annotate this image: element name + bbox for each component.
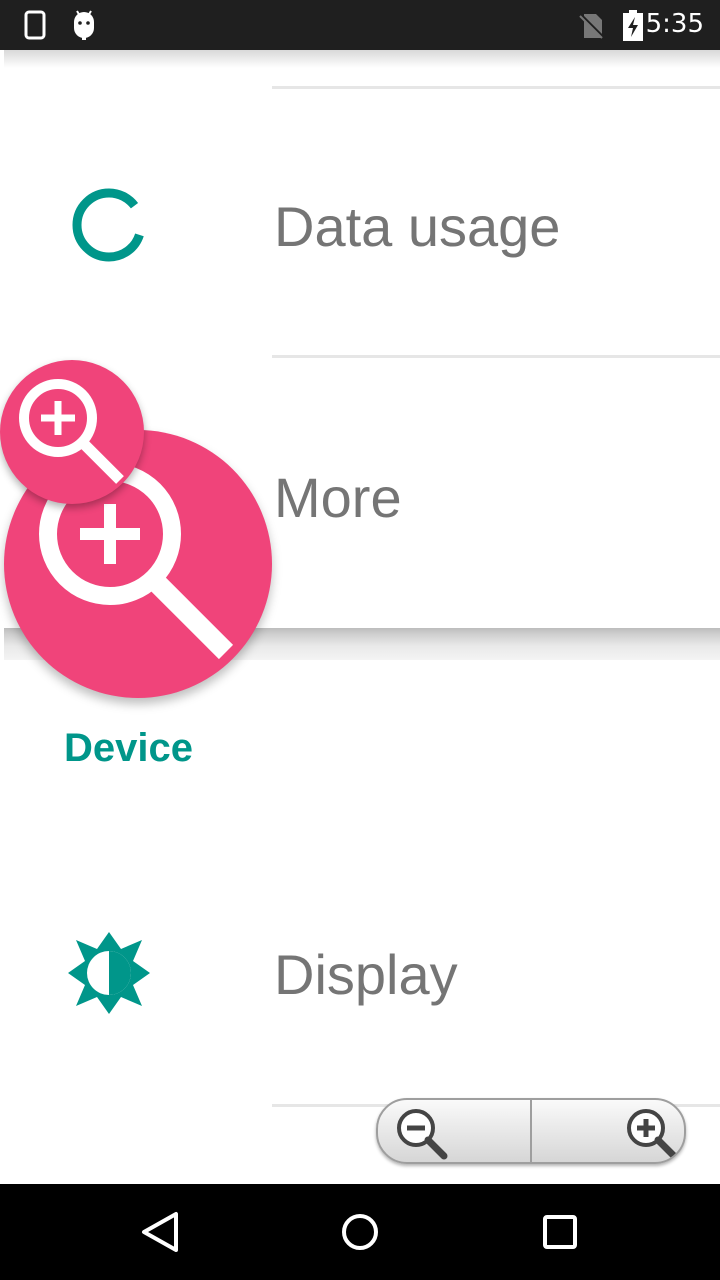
back-icon[interactable] bbox=[136, 1208, 184, 1256]
brightness-icon bbox=[68, 932, 150, 1014]
no-sim-icon bbox=[578, 12, 606, 40]
settings-list[interactable]: Data usage More Device Display bbox=[0, 50, 720, 1184]
navigation-bar bbox=[0, 1184, 720, 1280]
recents-icon[interactable] bbox=[536, 1208, 584, 1256]
clock: 5:35 bbox=[645, 9, 704, 39]
android-icon bbox=[74, 10, 94, 40]
zoom-out-button[interactable] bbox=[378, 1100, 530, 1162]
status-bar: 5:35 bbox=[0, 0, 720, 50]
settings-item-label: Display bbox=[274, 943, 458, 1006]
data-usage-icon bbox=[72, 188, 146, 262]
divider bbox=[272, 355, 720, 358]
settings-item-label: Data usage bbox=[274, 195, 561, 258]
zoom-in-icon bbox=[627, 1109, 678, 1160]
phone-icon bbox=[24, 10, 46, 40]
battery-charging-icon bbox=[623, 10, 643, 41]
settings-item-display[interactable]: Display bbox=[0, 870, 720, 1104]
home-icon[interactable] bbox=[336, 1208, 384, 1256]
scroll-shadow bbox=[4, 50, 720, 68]
settings-item-data-usage[interactable]: Data usage bbox=[0, 90, 720, 356]
divider bbox=[272, 86, 720, 89]
magnifier-bubble-small[interactable] bbox=[0, 360, 144, 504]
zoom-control bbox=[376, 1098, 686, 1164]
zoom-in-magnifier-small-icon bbox=[19, 379, 124, 484]
zoom-in-button[interactable] bbox=[532, 1100, 684, 1162]
section-header-device: Device bbox=[64, 726, 193, 770]
zoom-out-icon bbox=[397, 1109, 448, 1160]
settings-item-label: More bbox=[274, 466, 402, 529]
